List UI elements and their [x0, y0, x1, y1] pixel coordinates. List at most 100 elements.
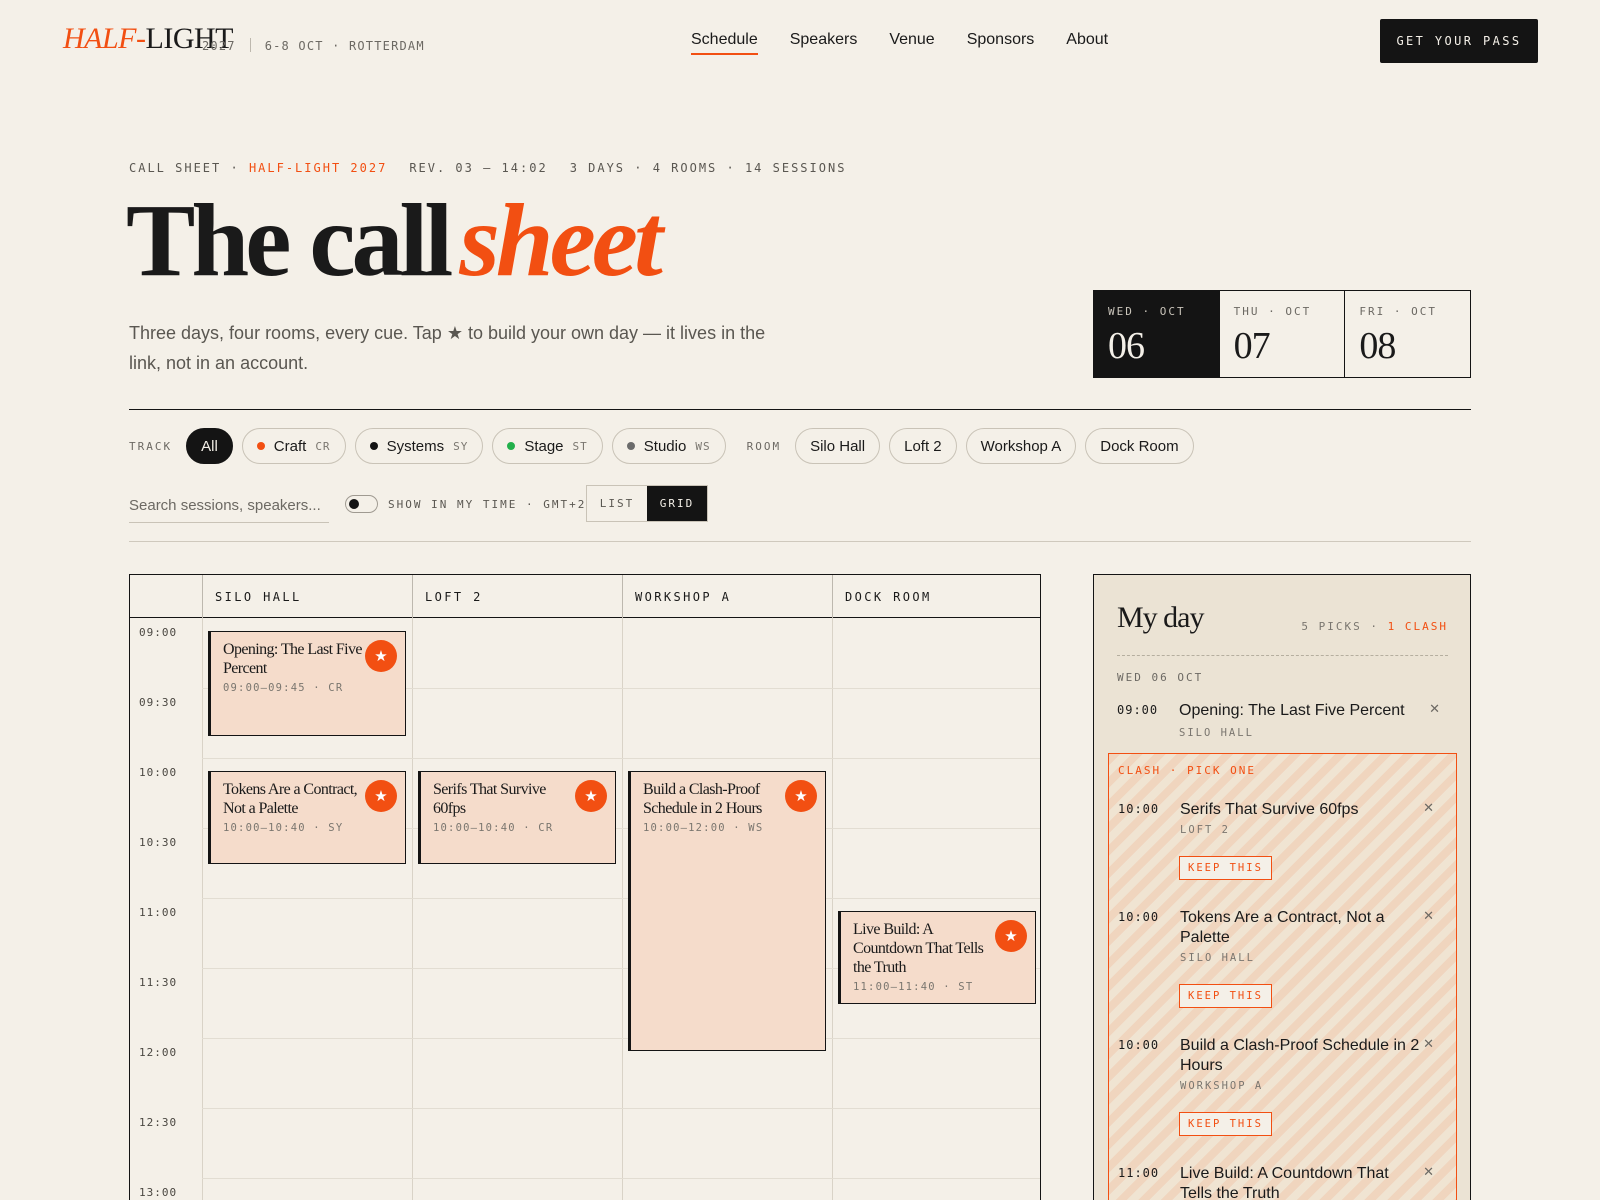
- time-label: 09:30: [139, 696, 178, 709]
- view-switch: LIST GRID: [586, 485, 708, 522]
- row-line: [202, 898, 1040, 899]
- track-chip-stage[interactable]: Stage ST: [492, 428, 603, 464]
- clash-item: 10:00 Serifs That Survive 60fps LOFT 2 ✕: [1118, 800, 1434, 836]
- session-title: Serifs That Survive 60fps: [433, 781, 546, 817]
- nav-venue[interactable]: Venue: [889, 31, 934, 55]
- local-time-label: SHOW IN MY TIME · GMT+2: [388, 498, 587, 511]
- nav-about[interactable]: About: [1066, 31, 1108, 55]
- session-meta: 10:00–10:40 · CR: [433, 822, 554, 834]
- grid-header: SILO HALL LOFT 2 WORKSHOP A DOCK ROOM: [130, 575, 1040, 618]
- session-title: Build a Clash-Proof Schedule in 2 Hours: [643, 781, 762, 817]
- local-time-toggle[interactable]: [345, 495, 378, 513]
- keep-this-button[interactable]: KEEP THIS: [1179, 856, 1272, 880]
- room-header-silo-hall: SILO HALL: [202, 575, 412, 618]
- clash-item: 11:00 Live Build: A Countdown That Tells…: [1118, 1164, 1434, 1200]
- my-day-title: My day: [1117, 601, 1204, 634]
- column-line: [622, 618, 623, 1200]
- star-icon[interactable]: ★: [365, 780, 397, 812]
- divider: [249, 38, 251, 52]
- craft-dot-icon: [256, 442, 265, 450]
- session-card[interactable]: Tokens Are a Contract, Not a Palette 10:0…: [208, 771, 406, 865]
- nav-speakers[interactable]: Speakers: [790, 31, 858, 55]
- main-nav: Schedule Speakers Venue Sponsors About: [691, 31, 1140, 55]
- session-meta: 10:00–10:40 · SY: [223, 822, 344, 834]
- row-line: [202, 1038, 1040, 1039]
- track-label: TRACK: [129, 439, 173, 453]
- remove-icon[interactable]: ✕: [1429, 701, 1440, 717]
- remove-icon[interactable]: ✕: [1423, 908, 1434, 924]
- column-line: [202, 618, 203, 1200]
- stage-dot-icon: [507, 442, 516, 450]
- star-icon[interactable]: ★: [575, 780, 607, 812]
- room-header-loft-2: LOFT 2: [412, 575, 622, 618]
- track-chip-studio[interactable]: Studio WS: [611, 428, 726, 464]
- day-picker: WED · OCT 06 THU · OCT 07 FRI · OCT 08: [1093, 290, 1471, 378]
- room-chip-dock-room[interactable]: Dock Room: [1085, 428, 1194, 464]
- studio-dot-icon: [626, 442, 635, 450]
- day-tab-wed[interactable]: WED · OCT 06: [1094, 291, 1220, 377]
- session-meta: 11:00–11:40 · ST: [853, 981, 974, 993]
- session-title: Opening: The Last Five Percent: [223, 641, 363, 677]
- top-bar: HALF-LIGHT 2027 6-8 OCT · ROTTERDAM Sched…: [0, 0, 1600, 84]
- get-pass-button[interactable]: GET YOUR PASS: [1380, 19, 1538, 63]
- session-meta: 10:00–12:00 · WS: [643, 822, 764, 834]
- session-meta: 09:00–09:45 · CR: [223, 682, 344, 694]
- day-tab-fri[interactable]: FRI · OCT 08: [1345, 291, 1470, 377]
- my-day-panel: My day 5 PICKS · 1 CLASH WED 06 OCT 09:0…: [1093, 574, 1471, 1200]
- remove-icon[interactable]: ✕: [1423, 1036, 1434, 1052]
- room-chip-silo-hall[interactable]: Silo Hall: [795, 428, 881, 464]
- call-sheet-kicker: CALL SHEET · HALF-LIGHT 2027 REV. 03 — 14…: [129, 161, 847, 175]
- day-tab-thu[interactable]: THU · OCT 07: [1220, 291, 1346, 377]
- event-meta: 2027 6-8 OCT · ROTTERDAM: [202, 38, 425, 53]
- room-chip-loft-2[interactable]: Loft 2: [889, 428, 957, 464]
- room-chip-workshop-a[interactable]: Workshop A: [965, 428, 1077, 464]
- divider: [129, 541, 1471, 542]
- view-grid-button[interactable]: GRID: [647, 486, 707, 521]
- schedule-grid: SILO HALL LOFT 2 WORKSHOP A DOCK ROOM 09…: [129, 574, 1041, 1200]
- page-title: The callsheet: [126, 183, 663, 298]
- nav-sponsors[interactable]: Sponsors: [967, 31, 1035, 55]
- view-list-button[interactable]: LIST: [587, 486, 647, 521]
- remove-icon[interactable]: ✕: [1423, 1164, 1434, 1180]
- time-label: 13:00: [139, 1186, 178, 1199]
- session-card[interactable]: Serifs That Survive 60fps 10:00–10:40 · C…: [418, 771, 616, 865]
- session-card[interactable]: Live Build: A Countdown That Tells the T…: [838, 911, 1036, 1005]
- track-chip-craft[interactable]: Craft CR: [241, 428, 346, 464]
- column-line: [832, 618, 833, 1200]
- session-card[interactable]: Opening: The Last Five Percent 09:00–09:4…: [208, 631, 406, 736]
- divider: [129, 409, 1471, 410]
- nav-schedule[interactable]: Schedule: [691, 31, 758, 55]
- time-label: 12:00: [139, 1046, 178, 1059]
- clash-item: 10:00 Build a Clash-Proof Schedule in 2 …: [1118, 1036, 1434, 1092]
- star-icon[interactable]: ★: [995, 920, 1027, 952]
- column-line: [412, 618, 413, 1200]
- track-chip-systems[interactable]: Systems SY: [354, 428, 484, 464]
- track-chip-all[interactable]: All: [186, 428, 233, 464]
- systems-dot-icon: [369, 442, 378, 450]
- room-header-workshop-a: WORKSHOP A: [622, 575, 832, 618]
- time-label: 10:30: [139, 836, 178, 849]
- session-title: Tokens Are a Contract, Not a Palette: [223, 781, 358, 817]
- picks-summary: 5 PICKS · 1 CLASH: [1301, 620, 1448, 633]
- star-icon[interactable]: ★: [365, 640, 397, 672]
- keep-this-button[interactable]: KEEP THIS: [1179, 984, 1272, 1008]
- keep-this-button[interactable]: KEEP THIS: [1179, 1112, 1272, 1136]
- clash-label: CLASH · PICK ONE: [1118, 764, 1256, 777]
- time-label: 09:00: [139, 626, 178, 639]
- search-input[interactable]: [129, 489, 329, 523]
- remove-icon[interactable]: ✕: [1423, 800, 1434, 816]
- room-header-dock-room: DOCK ROOM: [832, 575, 1040, 618]
- row-line: [202, 1108, 1040, 1109]
- clash-item: 10:00 Tokens Are a Contract, Not a Palet…: [1118, 908, 1434, 964]
- session-card[interactable]: Build a Clash-Proof Schedule in 2 Hours 1…: [628, 771, 826, 1051]
- star-icon[interactable]: ★: [785, 780, 817, 812]
- time-label: 10:00: [139, 766, 178, 779]
- room-label: ROOM: [746, 439, 782, 453]
- my-day-item[interactable]: 09:00 Opening: The Last Five Percent SIL…: [1117, 701, 1448, 747]
- row-line: [202, 758, 1040, 759]
- divider: [1117, 655, 1448, 656]
- time-label: 12:30: [139, 1116, 178, 1129]
- toggle-knob: [349, 499, 359, 509]
- clash-group: CLASH · PICK ONE 10:00 Serifs That Survi…: [1108, 753, 1457, 1200]
- filter-bar: TRACK All Craft CR Systems SY Stage ST Stud…: [129, 427, 1203, 465]
